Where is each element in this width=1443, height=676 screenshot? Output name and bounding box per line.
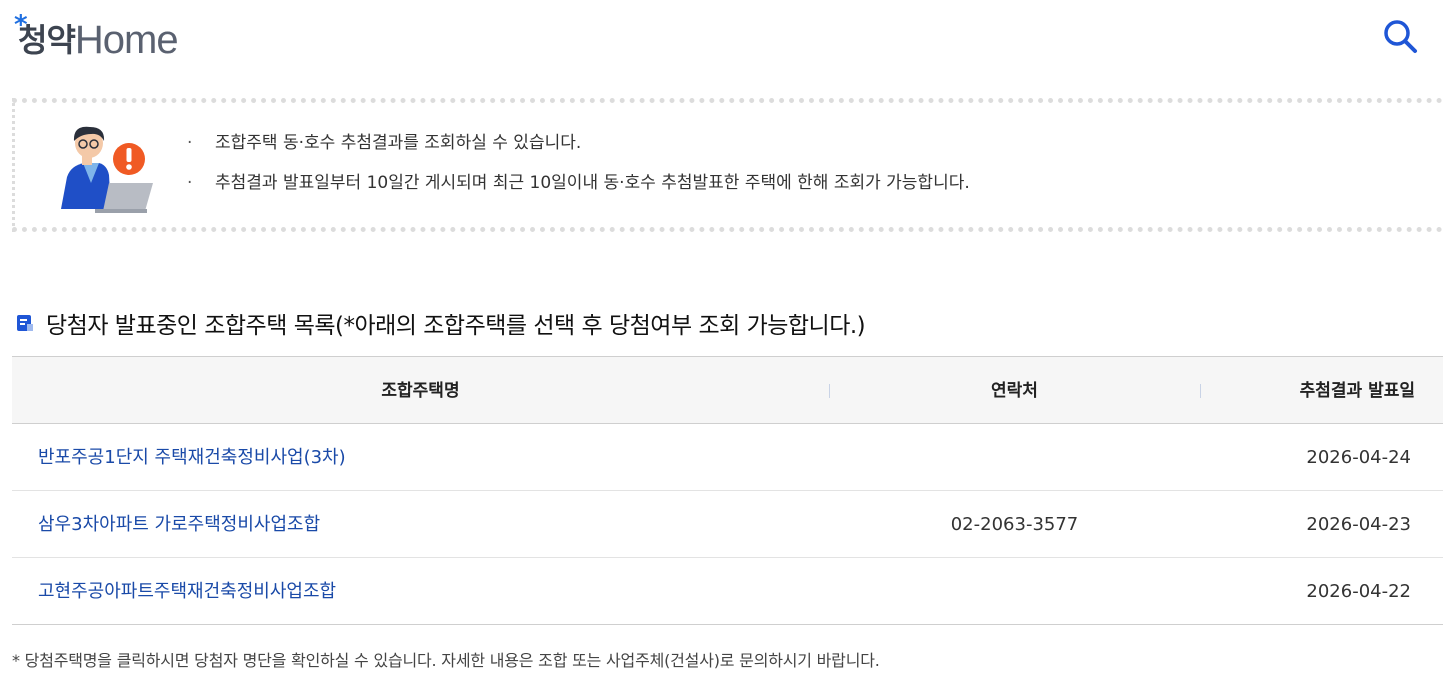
housing-name-link[interactable]: 삼우3차아파트 가로주택정비사업조합 bbox=[38, 491, 320, 558]
housing-list-table: 조합주택명 연락처 추첨결과 발표일 반포주공1단지 주택재건축정비사업(3차)… bbox=[12, 356, 1443, 625]
bullet: · bbox=[187, 173, 193, 193]
site-logo[interactable]: * 청약 Home bbox=[14, 10, 179, 62]
contact-cell bbox=[829, 558, 1200, 625]
table-row: 고현주공아파트주택재건축정비사업조합 2026-04-22 bbox=[12, 558, 1443, 625]
notice-item: · 추첨결과 발표일부터 10일간 게시되며 최근 10일이내 동·호수 추첨발표… bbox=[187, 173, 970, 193]
housing-name-link[interactable]: 고현주공아파트주택재건축정비사업조합 bbox=[38, 558, 336, 625]
column-header-date: 추첨결과 발표일 bbox=[1299, 381, 1415, 401]
logo-star: * bbox=[14, 10, 28, 40]
logo-text-english: Home bbox=[74, 18, 179, 62]
search-button[interactable] bbox=[1378, 14, 1422, 58]
site-header: * 청약 Home bbox=[0, 0, 1443, 98]
announcement-date-cell: 2026-04-22 bbox=[1306, 581, 1411, 602]
bullet: · bbox=[187, 133, 193, 153]
table-row: 반포주공1단지 주택재건축정비사업(3차) 2026-04-24 bbox=[12, 424, 1443, 491]
announcement-date-cell: 2026-04-24 bbox=[1306, 447, 1411, 468]
notice-list: · 조합주택 동·호수 추첨결과를 조회하실 수 있습니다. · 추첨결과 발표일부… bbox=[187, 133, 970, 213]
housing-name-link[interactable]: 반포주공1단지 주택재건축정비사업(3차) bbox=[38, 424, 346, 491]
announcement-date-cell: 2026-04-23 bbox=[1306, 514, 1411, 535]
search-icon bbox=[1384, 20, 1417, 53]
contact-cell: 02-2063-3577 bbox=[950, 514, 1079, 535]
column-header-contact: 연락처 bbox=[991, 381, 1038, 401]
section-title-text: 당첨자 발표중인 조합주택 목록(*아래의 조합주택를 선택 후 당첨여부 조회… bbox=[46, 313, 866, 339]
table-header: 조합주택명 연락처 추첨결과 발표일 bbox=[12, 356, 1443, 424]
notice-item-text: 조합주택 동·호수 추첨결과를 조회하실 수 있습니다. bbox=[215, 133, 582, 153]
section-heading: 당첨자 발표중인 조합주택 목록(*아래의 조합주택를 선택 후 당첨여부 조회… bbox=[16, 306, 866, 340]
column-header-name: 조합주택명 bbox=[381, 381, 460, 401]
table-row: 삼우3차아파트 가로주택정비사업조합 02-2063-3577 2026-04-… bbox=[12, 491, 1443, 558]
document-icon bbox=[17, 315, 33, 331]
notice-box: · 조합주택 동·호수 추첨결과를 조회하실 수 있습니다. · 추첨결과 발표일부… bbox=[12, 98, 1443, 232]
notice-item-text: 추첨결과 발표일부터 10일간 게시되며 최근 10일이내 동·호수 추첨발표한… bbox=[215, 173, 970, 193]
footnote: * 당첨주택명을 클릭하시면 당첨자 명단을 확인하실 수 있습니다. 자세한 … bbox=[12, 651, 880, 670]
person-laptop-alert-icon bbox=[55, 125, 155, 213]
notice-item: · 조합주택 동·호수 추첨결과를 조회하실 수 있습니다. bbox=[187, 133, 970, 153]
contact-cell bbox=[829, 424, 1200, 491]
